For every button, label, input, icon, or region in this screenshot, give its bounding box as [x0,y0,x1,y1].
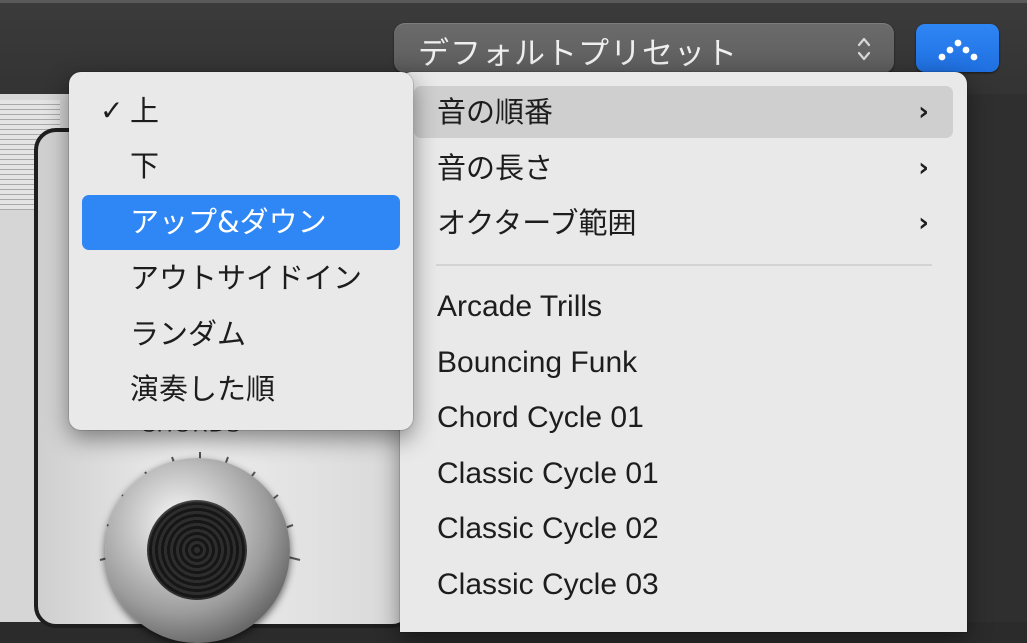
preset-item-bouncing-funk[interactable]: Bouncing Funk [414,337,953,389]
menu-item-octave-range[interactable]: オクターブ範囲 › [414,197,953,249]
submenu-item-random[interactable]: ランダム [82,308,400,360]
menu-item-label: 音の長さ [437,151,554,185]
right-edge-panel [966,94,1027,622]
submenu-item-down[interactable]: 下 [82,140,400,192]
updown-chevron-icon [857,37,871,61]
submenu-item-up-down[interactable]: アップ&ダウン [82,195,400,250]
submenu-arrow-icon: › [918,208,929,238]
menu-item-note-order[interactable]: 音の順番 › [414,86,953,138]
submenu-item-label: 下 [130,149,160,183]
chords-knob[interactable] [105,458,290,643]
submenu-item-label: アウトサイドイン [130,261,363,295]
submenu-item-outside-in[interactable]: アウトサイドイン [82,252,400,304]
knob-cap [147,500,247,600]
checkmark-icon: ✓ [100,94,124,127]
submenu-arrow-icon: › [918,97,929,127]
submenu-item-label: アップ&ダウン [130,205,327,239]
submenu-item-as-played[interactable]: 演奏した順 [82,363,400,415]
menu-item-note-length[interactable]: 音の長さ › [414,142,953,194]
preset-dropdown-label: デフォルトプリセット [418,36,738,72]
arpeggiator-menu: 音の順番 › 音の長さ › オクターブ範囲 › Arcade Trills Bo… [400,72,967,632]
arpeggiator-dots-icon [938,39,978,61]
menu-item-label: オクターブ範囲 [437,206,637,240]
preset-item-arcade-trills[interactable]: Arcade Trills [414,281,953,333]
menu-separator [436,264,932,266]
arpeggiator-button[interactable] [916,24,999,72]
submenu-item-label: 上 [130,94,160,128]
preset-dropdown[interactable]: デフォルトプリセット [394,23,894,73]
preset-item-classic-cycle-01[interactable]: Classic Cycle 01 [414,448,953,500]
submenu-item-up[interactable]: ✓ 上 [82,85,400,137]
submenu-item-label: ランダム [130,317,247,351]
preset-item-classic-cycle-02[interactable]: Classic Cycle 02 [414,503,953,555]
note-order-submenu: ✓ 上 下 アップ&ダウン アウトサイドイン ランダム 演奏した順 [69,72,413,430]
menu-item-label: 音の順番 [437,95,554,129]
preset-item-chord-cycle-01[interactable]: Chord Cycle 01 [414,392,953,444]
preset-item-classic-cycle-03[interactable]: Classic Cycle 03 [414,559,953,611]
submenu-item-label: 演奏した順 [130,372,276,406]
submenu-arrow-icon: › [918,153,929,183]
